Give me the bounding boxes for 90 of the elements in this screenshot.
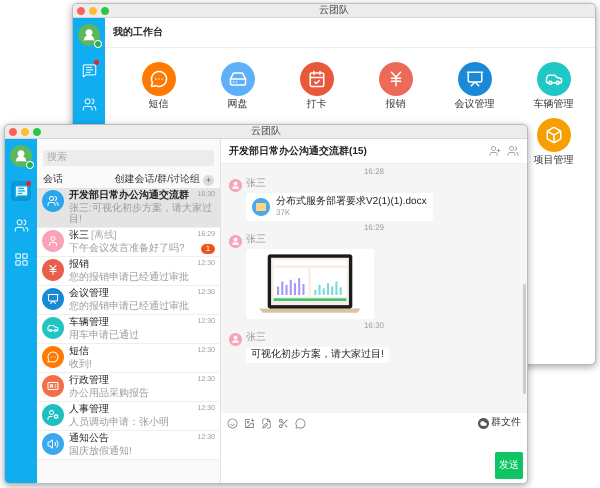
image-icon[interactable]	[244, 418, 255, 428]
yen-icon	[47, 264, 59, 276]
conversation-preview: 张三:可视化初步方案，请大家过目!	[69, 203, 213, 225]
conversation-preview: 收到!	[69, 359, 93, 370]
app-tile[interactable]: 短信	[142, 62, 176, 110]
message-icon	[47, 351, 59, 363]
person-icon	[231, 181, 240, 190]
conversation-preview: 办公用品采购报告	[69, 388, 150, 399]
sender-name: 张三	[246, 179, 266, 189]
conversation-preview: 国庆放假通知!	[69, 446, 133, 457]
conversation-preview: 人员调动申请：张小明	[69, 417, 170, 428]
nav-button[interactable]	[11, 181, 31, 201]
app-tile[interactable]: 项目管理	[534, 118, 574, 166]
conversation-name: 通知公告	[69, 433, 109, 444]
members-icon[interactable]	[507, 145, 519, 157]
timestamp: 16:29	[364, 224, 384, 232]
app-tile[interactable]: 网盘	[220, 62, 254, 110]
unread-badge: 1	[201, 244, 215, 254]
conversation-name: 报销	[69, 259, 89, 270]
avatar[interactable]	[229, 179, 242, 192]
calendar-icon	[308, 70, 326, 88]
page-title: 我的工作台	[113, 26, 163, 40]
person-icon	[231, 335, 240, 344]
app-tile[interactable]: 会议管理	[454, 62, 494, 110]
avatar[interactable]	[229, 333, 242, 346]
timestamp: 16:28	[364, 168, 384, 176]
avatar[interactable]	[78, 24, 100, 46]
sender-name: 张三	[246, 235, 266, 245]
window-title: 云团队	[251, 126, 281, 136]
app-tile[interactable]: 打卡	[300, 62, 334, 110]
person-icon	[47, 235, 59, 247]
chat-icon	[14, 184, 28, 198]
drive-icon	[228, 70, 246, 88]
close-button[interactable]	[77, 7, 85, 15]
conversation-name: 行政管理	[69, 375, 109, 386]
conversation-name: 开发部日常办公沟通交流群	[69, 190, 189, 201]
scissors-icon[interactable]	[278, 418, 289, 428]
close-button[interactable]	[9, 128, 17, 136]
add-member-icon[interactable]	[489, 145, 501, 157]
id-card-icon	[47, 380, 59, 392]
timestamp: 16:30	[364, 322, 384, 330]
maximize-button[interactable]	[33, 128, 41, 136]
conversation-name: 人事管理	[69, 404, 109, 415]
create-chat-link[interactable]: 创建会话/群/讨论组	[114, 175, 200, 185]
conversation-preview: 用车申请已通过	[69, 330, 140, 341]
search-field[interactable]: 搜索	[43, 150, 214, 166]
document-icon[interactable]	[261, 418, 272, 428]
chat-icon	[82, 62, 96, 78]
status-label: [离线]	[91, 230, 117, 241]
minimize-button[interactable]	[21, 128, 29, 136]
person-icon	[82, 28, 96, 42]
group-files-button[interactable]: 群文件	[478, 418, 521, 428]
scrollbar[interactable]	[523, 284, 526, 394]
message-bubble: 可视化初步方案，请大家过目!	[246, 347, 389, 363]
conversation-name: 车辆管理	[69, 317, 109, 328]
maximize-button[interactable]	[101, 7, 109, 15]
avatar[interactable]	[10, 145, 32, 167]
apps-icon	[14, 252, 28, 266]
conversation-title: 开发部日常办公沟通交流群(15)	[229, 144, 368, 158]
folder-icon	[252, 198, 270, 216]
person-gear-icon	[47, 409, 59, 421]
app-tile[interactable]: 车辆管理	[534, 62, 574, 110]
contacts-icon	[14, 218, 28, 232]
file-message[interactable]: 分布式服务部署要求V2(1)(1).docx 37K	[246, 193, 433, 221]
app-tile[interactable]: 报销	[378, 62, 412, 110]
conversation-name: 张三	[69, 230, 89, 241]
person-icon	[14, 149, 28, 163]
sender-name: 张三	[246, 333, 266, 343]
minimize-button[interactable]	[89, 7, 97, 15]
emoji-icon[interactable]	[227, 418, 238, 428]
speech-bubble-icon[interactable]	[295, 418, 306, 428]
group-icon	[47, 195, 59, 207]
conversation-name: 会议管理	[69, 288, 109, 299]
section-label: 会话	[43, 175, 64, 185]
conversation-name: 短信	[69, 346, 89, 357]
window-title: 云团队	[319, 6, 349, 16]
conversation-preview: 您的报销申请已经通过审批	[69, 272, 190, 283]
cloud-icon	[478, 418, 489, 428]
file-name: 分布式服务部署要求V2(1)(1).docx	[276, 197, 427, 207]
person-icon	[231, 237, 240, 246]
file-size: 37K	[276, 209, 292, 217]
message-icon	[150, 70, 168, 88]
speaker-icon	[47, 438, 59, 450]
box-icon	[544, 126, 562, 144]
car-icon	[47, 322, 59, 334]
conversation-preview: 下午会议发言准备好了吗?	[69, 243, 186, 254]
add-button[interactable]: +	[203, 174, 214, 186]
conversation-preview: 您的报销申请已经通过审批	[69, 301, 190, 312]
avatar[interactable]	[229, 235, 242, 248]
contacts-icon	[82, 96, 96, 112]
